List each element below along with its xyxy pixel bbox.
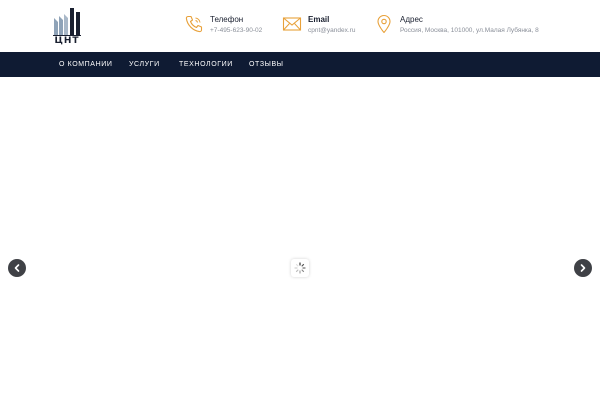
site-header: ЦНТ Телефон +7-495-623-90-02 Email cpnt@… xyxy=(0,0,600,52)
email-contact: Email cpnt@yandex.ru xyxy=(282,14,362,40)
slider-loader xyxy=(291,259,309,277)
spinner-icon xyxy=(294,262,306,274)
phone-contact: Телефон +7-495-623-90-02 xyxy=(184,14,274,40)
slider-next-button[interactable] xyxy=(574,259,592,277)
address-title: Адрес xyxy=(400,15,423,24)
nav-item-technologies[interactable]: ТЕХНОЛОГИИ xyxy=(179,52,233,77)
site-logo[interactable]: ЦНТ xyxy=(52,6,82,46)
logo-factory-icon xyxy=(53,8,81,36)
address-value: Россия, Москва, 101000, ул.Малая Лубянка… xyxy=(400,27,539,34)
address-contact: Адрес Россия, Москва, 101000, ул.Малая Л… xyxy=(374,14,574,40)
chevron-right-icon xyxy=(580,264,586,272)
nav-item-about[interactable]: О КОМПАНИИ xyxy=(59,52,112,77)
email-value[interactable]: cpnt@yandex.ru xyxy=(308,27,355,34)
map-pin-icon xyxy=(374,14,394,34)
email-title: Email xyxy=(308,15,330,24)
phone-value[interactable]: +7-495-623-90-02 xyxy=(210,27,262,34)
phone-title: Телефон xyxy=(210,15,244,24)
hero-slider xyxy=(0,77,600,400)
chevron-left-icon xyxy=(14,264,20,272)
nav-item-reviews[interactable]: ОТЗЫВЫ xyxy=(249,52,284,77)
nav-item-services[interactable]: УСЛУГИ xyxy=(129,52,160,77)
slider-prev-button[interactable] xyxy=(8,259,26,277)
phone-icon xyxy=(184,14,204,34)
envelope-icon xyxy=(282,14,302,34)
main-nav: О КОМПАНИИ УСЛУГИ ТЕХНОЛОГИИ ОТЗЫВЫ xyxy=(0,52,600,77)
logo-text: ЦНТ xyxy=(54,36,80,46)
